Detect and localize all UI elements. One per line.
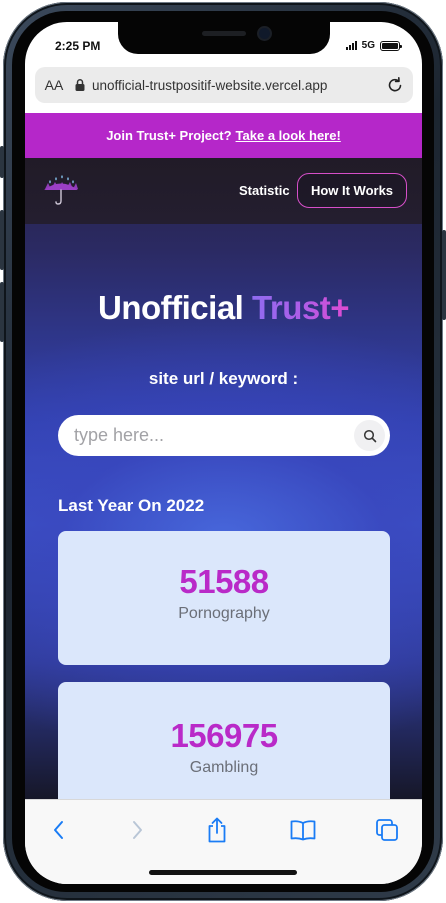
chevron-left-icon [54, 821, 63, 839]
stat-label: Gambling [189, 759, 259, 776]
aa-label: AA [44, 77, 64, 93]
tabs-icon [376, 819, 398, 841]
phone-screen: 2:25 PM 5G AA unofficial-trustpositif-we… [25, 22, 422, 884]
stat-card-gambling: 156975 Gambling [58, 682, 390, 799]
status-time: 2:25 PM [55, 39, 101, 53]
tabs-button[interactable] [372, 815, 402, 845]
network-type: 5G [361, 40, 375, 51]
page-title: Unofficial Trust+ [25, 289, 422, 327]
browser-toolbar [25, 799, 422, 884]
chevron-right-icon [133, 821, 142, 839]
umbrella-icon[interactable] [42, 173, 80, 207]
title-brand: Trust+ [252, 289, 349, 326]
home-indicator[interactable] [149, 870, 297, 875]
search-button[interactable] [354, 420, 385, 451]
share-icon [208, 817, 226, 843]
stat-value: 51588 [179, 563, 269, 600]
address-bar[interactable]: AA unofficial-trustpositif-website.verce… [35, 67, 413, 103]
stat-card-pornography: 51588 Pornography [58, 531, 390, 665]
nav-statistic-link[interactable]: Statistic [239, 183, 290, 198]
signal-icon [345, 41, 357, 50]
power-button [442, 230, 446, 320]
stat-value: 156975 [170, 717, 278, 754]
announcement-banner: Join Trust+ Project? Take a look here! [25, 113, 422, 158]
back-button[interactable] [44, 815, 74, 845]
speaker-grille [202, 31, 246, 36]
notch [118, 22, 330, 54]
search-icon [363, 429, 376, 442]
battery-icon [380, 40, 402, 51]
site-nav: Statistic How It Works [25, 158, 422, 224]
share-button[interactable] [202, 815, 232, 845]
volume-up-button [0, 210, 4, 270]
title-plain: Unofficial [98, 289, 244, 326]
volume-down-button [0, 282, 4, 342]
bookmarks-button[interactable] [288, 815, 318, 845]
reload-icon[interactable] [385, 75, 405, 95]
status-indicators: 5G [345, 40, 402, 51]
announcement-link[interactable]: Take a look here! [236, 128, 341, 143]
web-page: Join Trust+ Project? Take a look here! S… [25, 113, 422, 799]
announcement-text: Join Trust+ Project? [106, 128, 232, 143]
book-icon [290, 820, 316, 841]
lock-icon [75, 79, 85, 91]
search-input[interactable] [74, 425, 334, 446]
front-camera [259, 28, 270, 39]
search-label: site url / keyword : [148, 369, 299, 388]
side-button [0, 146, 4, 178]
stat-label: Pornography [178, 605, 270, 622]
url-text[interactable]: unofficial-trustpositif-website.vercel.a… [92, 78, 327, 93]
reader-settings-button[interactable]: AA [37, 77, 71, 93]
how-it-works-button[interactable]: How It Works [297, 173, 407, 208]
search-box [58, 415, 390, 456]
forward-button[interactable] [122, 815, 152, 845]
stats-section-title: Last Year On 2022 [58, 496, 205, 515]
